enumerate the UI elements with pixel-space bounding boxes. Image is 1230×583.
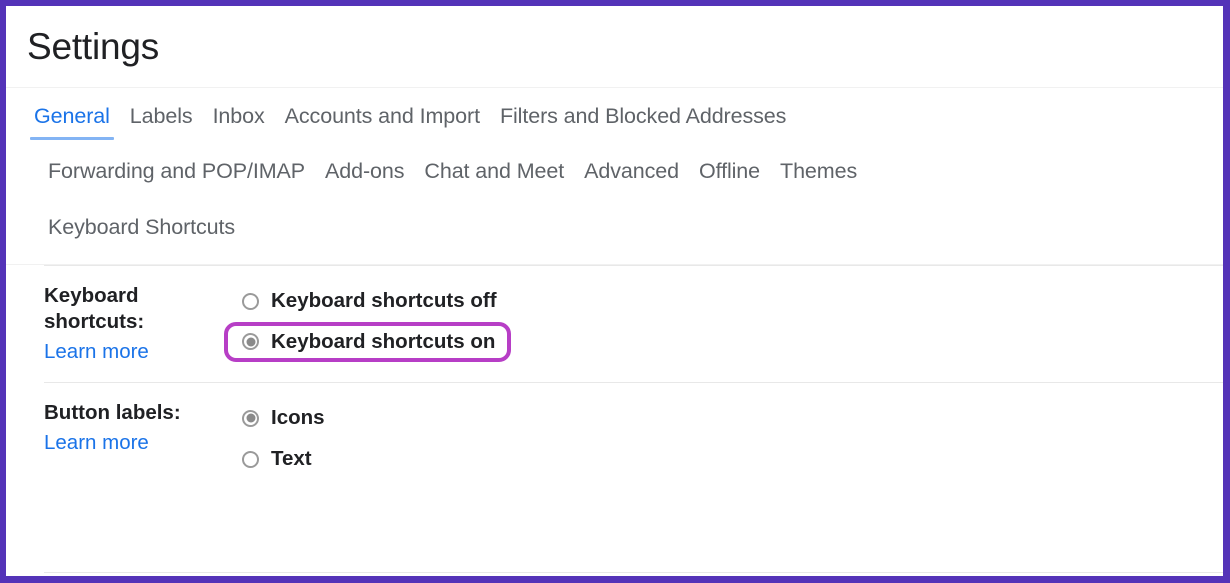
setting-row-button-labels: Button labels: Learn more Icons Text <box>44 383 1223 495</box>
learn-more-link-keyboard-shortcuts[interactable]: Learn more <box>44 338 149 366</box>
radio-icon-checked[interactable] <box>242 409 259 427</box>
radio-option-label: Keyboard shortcuts off <box>271 289 497 312</box>
page-title: Settings <box>27 26 160 67</box>
settings-header: Settings <box>6 6 1223 88</box>
radio-option-keyboard-shortcuts-on[interactable]: Keyboard shortcuts on <box>224 321 511 363</box>
annotated-screenshot-frame: Settings General Labels Inbox Accounts a… <box>0 0 1230 583</box>
setting-label-text: Button labels: <box>44 401 181 425</box>
tab-chat-and-meet[interactable]: Chat and Meet <box>414 159 574 195</box>
tab-add-ons[interactable]: Add-ons <box>315 159 414 195</box>
settings-body: Keyboard shortcuts: Learn more Keyboard … <box>6 265 1223 495</box>
radio-option-text[interactable]: Text <box>224 439 339 480</box>
radio-option-label: Keyboard shortcuts on <box>271 329 496 353</box>
radio-group-button-labels: Icons Text <box>224 398 339 479</box>
setting-label-button-labels: Button labels: Learn more <box>44 398 224 457</box>
setting-label-text: Keyboard shortcuts: <box>44 284 145 334</box>
tab-themes[interactable]: Themes <box>770 159 867 195</box>
learn-more-link-button-labels[interactable]: Learn more <box>44 429 149 457</box>
tab-forwarding-and-pop-imap[interactable]: Forwarding and POP/IMAP <box>38 159 315 195</box>
tab-general[interactable]: General <box>24 104 120 140</box>
radio-group-keyboard-shortcuts: Keyboard shortcuts off Keyboard shortcut… <box>224 281 511 363</box>
gmail-settings-page: Settings General Labels Inbox Accounts a… <box>6 6 1223 576</box>
radio-option-label: Text <box>271 446 312 470</box>
radio-option-icons[interactable]: Icons <box>224 398 339 439</box>
radio-icon-unchecked[interactable] <box>242 292 259 310</box>
tab-row-3: Keyboard Shortcuts <box>6 195 1223 251</box>
tab-accounts-and-import[interactable]: Accounts and Import <box>275 104 490 140</box>
tab-keyboard-shortcuts[interactable]: Keyboard Shortcuts <box>38 215 245 251</box>
radio-icon-checked[interactable] <box>242 333 259 351</box>
radio-icon-unchecked[interactable] <box>242 450 259 468</box>
tab-filters-and-blocked-addresses[interactable]: Filters and Blocked Addresses <box>490 104 796 140</box>
setting-row-keyboard-shortcuts: Keyboard shortcuts: Learn more Keyboard … <box>44 266 1223 382</box>
tab-advanced[interactable]: Advanced <box>574 159 689 195</box>
settings-tab-bar: General Labels Inbox Accounts and Import… <box>6 88 1223 265</box>
divider-bottom <box>44 572 1223 573</box>
tab-row-2: Forwarding and POP/IMAP Add-ons Chat and… <box>6 140 1223 195</box>
radio-option-label: Icons <box>271 406 325 430</box>
radio-option-keyboard-shortcuts-off[interactable]: Keyboard shortcuts off <box>224 281 511 322</box>
setting-label-keyboard-shortcuts: Keyboard shortcuts: Learn more <box>44 281 224 366</box>
tab-labels[interactable]: Labels <box>120 104 203 140</box>
tab-offline[interactable]: Offline <box>689 159 770 195</box>
tab-row-1: General Labels Inbox Accounts and Import… <box>6 88 1223 140</box>
tab-inbox[interactable]: Inbox <box>203 104 275 140</box>
